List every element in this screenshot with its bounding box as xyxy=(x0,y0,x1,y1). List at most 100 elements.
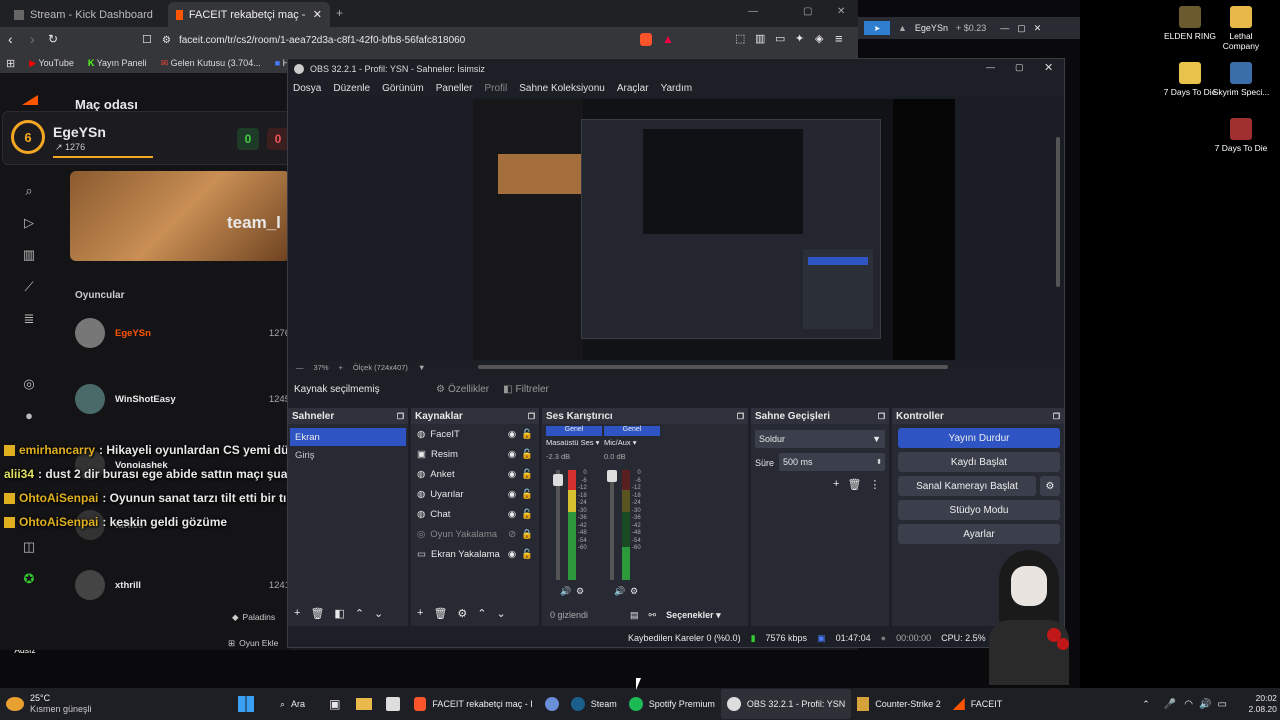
close-icon[interactable]: ✕ xyxy=(1034,23,1042,34)
zoom-in-icon[interactable]: + xyxy=(339,363,343,372)
gear-icon[interactable]: ⚙ xyxy=(457,607,467,620)
arrow-up-icon[interactable]: ⌃ xyxy=(477,607,486,620)
tray-overflow-icon[interactable]: ⌃ xyxy=(1142,699,1150,710)
bell-icon[interactable]: ▲ xyxy=(898,23,907,33)
clock[interactable]: 20:02 2.08.20 xyxy=(1237,693,1277,715)
menu-icon[interactable]: ≡ xyxy=(835,31,843,46)
lock-closed-icon[interactable]: 🔒 xyxy=(521,529,533,540)
zoom-out-icon[interactable]: — xyxy=(296,363,304,372)
user-icon[interactable]: ● xyxy=(20,407,38,423)
volume-slider-handle[interactable] xyxy=(607,470,617,482)
volume-slider[interactable] xyxy=(556,470,560,580)
menu-yardim[interactable]: Yardım xyxy=(661,83,693,94)
more-icon[interactable]: ⋮ xyxy=(869,478,880,491)
source-item[interactable]: ◍ FaceIT ◉ 🔓 xyxy=(411,424,539,444)
trash-icon[interactable]: 🗑 xyxy=(433,607,447,620)
menu-gorunum[interactable]: Görünüm xyxy=(382,83,424,94)
reload-icon[interactable]: ↻ xyxy=(48,32,58,46)
eye-icon[interactable]: ◉ xyxy=(508,449,516,460)
menu-dosya[interactable]: Dosya xyxy=(293,83,321,94)
dock-item-paladins[interactable]: ◆ Paladins xyxy=(232,612,275,623)
stop-stream-button[interactable]: Yayını Durdur xyxy=(898,428,1060,448)
file-explorer-icon[interactable] xyxy=(356,698,373,710)
volume-slider[interactable] xyxy=(610,470,614,580)
tab-kick[interactable]: Stream - Kick Dashboard xyxy=(6,2,166,27)
source-item[interactable]: ◍ Anket ◉ 🔓 xyxy=(411,464,539,484)
arrow-down-icon[interactable]: ⌄ xyxy=(497,607,506,620)
lock-icon[interactable]: 🔓 xyxy=(521,509,533,520)
url-field[interactable]: ⚙ faceit.com/tr/cs2/room/1-aea72d3a-c8f1… xyxy=(162,30,682,50)
taskbar-app-spotify[interactable]: Spotify Premium xyxy=(623,689,721,719)
window-close-icon[interactable]: ✕ xyxy=(837,6,845,17)
dock-float-icon[interactable]: ❐ xyxy=(737,412,744,421)
settings-button[interactable]: Ayarlar xyxy=(898,524,1060,544)
source-item[interactable]: ◎ Oyun Yakalama ⊘ 🔒 xyxy=(411,524,539,544)
menu-paneller[interactable]: Paneller xyxy=(436,83,473,94)
lock-icon[interactable]: 🔓 xyxy=(521,469,533,480)
taskbar-app-unknown[interactable] xyxy=(539,689,565,719)
volume-icon[interactable]: 🔊 xyxy=(1199,699,1211,710)
options-button[interactable]: Seçenekler ▾ xyxy=(666,610,721,621)
duration-input[interactable]: 500 ms ⬍ xyxy=(779,453,885,471)
microphone-icon[interactable]: 🎤 xyxy=(1164,699,1176,710)
preview-scrollbar-h[interactable] xyxy=(478,365,948,369)
player-row[interactable]: WinShotEasy 1245 xyxy=(75,373,290,425)
profile-card[interactable]: 6 EgeYSn ↗ 1276 0 0 xyxy=(2,111,297,165)
desktop-icon-7days-2[interactable]: 7 Days To Die xyxy=(1211,118,1271,153)
eye-icon[interactable]: ◉ xyxy=(508,429,516,440)
chart-icon[interactable]: ⟋ xyxy=(20,279,38,295)
leo-icon[interactable]: ✦ xyxy=(795,32,804,45)
lock-icon[interactable]: 🔓 xyxy=(521,489,533,500)
eye-icon[interactable]: ◉ xyxy=(508,509,516,520)
dock-item-add-game[interactable]: ⊞ Oyun Ekle xyxy=(228,638,278,649)
tab-faceit[interactable]: FACEIT rekabetçi maç - FACEIT.co ✕ xyxy=(168,2,330,27)
window-minimize-icon[interactable]: — xyxy=(748,6,758,17)
eye-icon[interactable]: ◉ xyxy=(508,549,516,560)
mixer-gear-icon[interactable]: ⚙ xyxy=(630,586,638,597)
taskbar-app-obs[interactable]: OBS 32.2.1 - Profil: YSN xyxy=(720,689,852,719)
extensions-icon[interactable]: ⬚ xyxy=(735,32,745,45)
obs-maximize-icon[interactable]: ▢ xyxy=(1015,62,1024,73)
eye-icon[interactable]: ◉ xyxy=(508,489,516,500)
arrow-up-icon[interactable]: ⌃ xyxy=(355,607,364,620)
add-icon[interactable]: + xyxy=(417,607,423,620)
virtual-cam-settings-button[interactable]: ⚙ xyxy=(1040,476,1060,496)
player-row[interactable]: EgeYSn 1276 xyxy=(75,307,290,359)
bookmark-youtube[interactable]: ▶ YouTube xyxy=(29,58,74,69)
taskbar-app-cs2[interactable]: Counter-Strike 2 xyxy=(851,689,947,719)
bookmark-yayin-paneli[interactable]: K Yayın Paneli xyxy=(88,58,147,68)
tab-close-icon[interactable]: ✕ xyxy=(313,8,322,21)
source-item[interactable]: ▣ Resim ◉ 🔓 xyxy=(411,444,539,464)
forward-icon[interactable]: › xyxy=(30,31,35,47)
sidebar-icon[interactable]: ▥ xyxy=(755,32,765,45)
source-item[interactable]: ◍ Uyarılar ◉ 🔓 xyxy=(411,484,539,504)
scale-dropdown-icon[interactable]: ▼ xyxy=(418,363,425,372)
preview-scrollbar-v[interactable] xyxy=(1056,137,1060,287)
bookmark-gelen-kutusu[interactable]: ✉ Gelen Kutusu (3.704... xyxy=(161,58,261,69)
trash-icon[interactable]: 🗑 xyxy=(310,607,324,620)
new-tab-icon[interactable]: + xyxy=(336,6,343,20)
search-icon[interactable]: ⌕ xyxy=(20,183,38,199)
store-icon[interactable] xyxy=(386,697,401,711)
dock-float-icon[interactable]: ❐ xyxy=(878,412,885,421)
shop-icon[interactable]: ◫ xyxy=(20,539,38,555)
search-button[interactable]: ⌕ Ara xyxy=(274,689,311,719)
apps-icon[interactable]: ⊞ xyxy=(6,57,15,70)
source-item[interactable]: ◍ Chat ◉ 🔓 xyxy=(411,504,539,524)
rewards-icon[interactable]: ▲ xyxy=(662,32,674,46)
transition-select[interactable]: Soldur ▼ xyxy=(755,430,885,448)
volume-slider-handle[interactable] xyxy=(553,474,563,486)
desktop-icon-skyrim[interactable]: Skyrim Speci... xyxy=(1211,62,1271,97)
scene-item-giris[interactable]: Giriş xyxy=(288,446,408,464)
eye-icon[interactable]: ◉ xyxy=(508,469,516,480)
play-icon[interactable]: ▷ xyxy=(20,215,38,231)
minimize-icon[interactable]: — xyxy=(1000,23,1009,33)
dock-float-icon[interactable]: ❐ xyxy=(528,412,535,421)
speaker-icon[interactable]: 🔊 xyxy=(560,586,571,597)
arrow-down-icon[interactable]: ⌄ xyxy=(374,607,383,620)
taskbar-app-steam[interactable]: Steam xyxy=(565,689,623,719)
obs-close-icon[interactable]: ✕ xyxy=(1044,61,1053,74)
faceit-logo-icon[interactable] xyxy=(22,95,38,105)
desktop-icon-lethal-company[interactable]: Lethal Company xyxy=(1211,6,1271,51)
task-view-icon[interactable]: ▣ xyxy=(329,697,340,711)
